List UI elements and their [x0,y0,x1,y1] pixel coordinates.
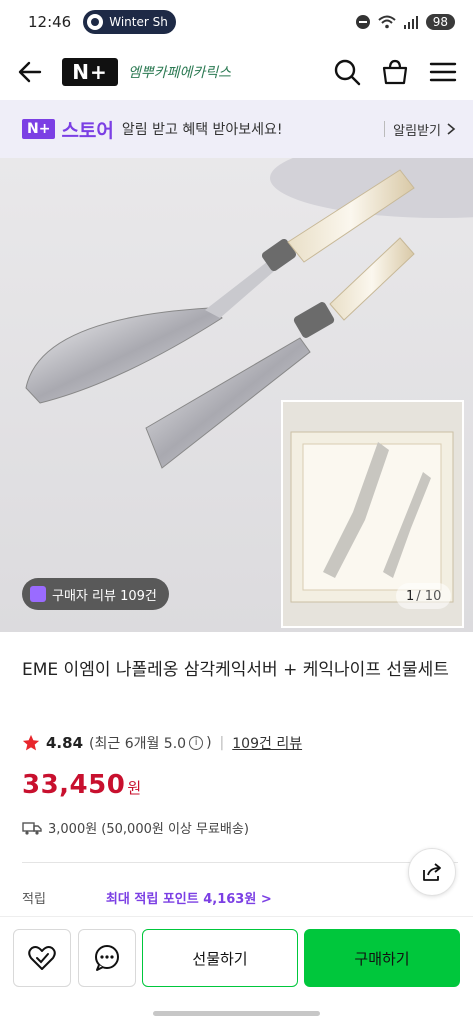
home-indicator[interactable] [153,1011,320,1016]
dnd-icon [355,15,370,29]
buy-button[interactable]: 구매하기 [304,929,460,987]
chat-bubble-icon [95,945,119,971]
heart-check-icon [28,946,56,970]
buyer-review-count: 구매자 리뷰 109건 [52,588,157,604]
image-counter-total: / 10 [416,588,442,604]
promo-banner[interactable]: N+ 스토어 알림 받고 혜택 받아보세요! 알림받기 [0,100,473,158]
max-points-link[interactable]: 최대 적립 포인트 4,163원 > [106,888,272,907]
chevron-right-icon [447,123,456,135]
share-icon [423,863,441,881]
recent-rating-close: ) [206,735,212,751]
image-counter-current: 1 [406,588,415,604]
wishlist-button[interactable] [13,929,71,987]
notification-subscribe-link[interactable]: 알림받기 [393,120,441,139]
back-arrow-icon[interactable] [16,58,44,86]
points-row[interactable]: 적립 최대 적립 포인트 4,163원 > [22,888,402,907]
price-unit: 원 [127,779,142,797]
nplus-logo[interactable]: N+ [62,58,118,86]
battery-indicator: 98 [425,14,455,30]
status-bar: 12:46 Winter Sh 98 [0,0,473,44]
price-row: 33,450 원 [22,770,141,800]
notification-pill[interactable]: Winter Sh [83,10,176,34]
delivery-truck-icon [22,821,42,835]
rating-score: 4.84 [46,734,84,752]
nplus-store-badge: N+ [22,119,56,139]
star-icon [22,734,40,751]
store-name[interactable]: 엠뿌카페에카릭스 [128,62,231,82]
rating-row: 4.84 (최근 6개월 5.0 i ) | 109건 리뷰 [22,733,302,753]
promo-divider [384,121,386,137]
review-count-link[interactable]: 109건 리뷰 [232,733,302,753]
bottom-action-bar: 선물하기 구매하기 [0,916,473,1024]
menu-icon[interactable] [429,58,457,86]
info-icon[interactable]: i [189,736,204,750]
search-icon[interactable] [333,58,361,86]
status-icons: 98 [355,14,455,30]
recent-rating: (최근 6개월 5.0 [89,736,187,752]
app-header: N+ 엠뿌카페에카릭스 [0,44,473,100]
wifi-icon [378,15,396,29]
product-title: EME 이엠이 나폴레옹 삼각케익서버 + 케익나이프 선물세트 [22,660,449,680]
shopping-bag-icon[interactable] [381,58,409,86]
price-amount: 33,450 [22,770,126,800]
promo-store-label: 스토어 [61,119,114,142]
points-label: 적립 [22,892,46,907]
review-icon [30,586,46,602]
notification-app-icon [87,14,104,30]
product-image-gallery[interactable]: 구매자 리뷰 109건 1 / 10 [0,158,473,632]
gift-button[interactable]: 선물하기 [142,929,298,987]
shipping-row: 3,000원 (50,000원 이상 무료배송) [22,818,249,837]
promo-message: 알림 받고 혜택 받아보세요! [121,122,283,138]
notification-text: Winter Sh [109,15,168,29]
image-counter: 1 / 10 [396,583,452,609]
rating-divider: | [219,735,225,751]
section-divider [22,862,458,863]
buyer-review-chip[interactable]: 구매자 리뷰 109건 [22,578,169,610]
status-time: 12:46 [28,13,72,31]
shipping-fee: 3,000원 (50,000원 이상 무료배송) [48,822,249,837]
header-actions [333,58,457,86]
chat-button[interactable] [78,929,136,987]
signal-icon [403,16,418,29]
share-button[interactable] [408,848,456,896]
